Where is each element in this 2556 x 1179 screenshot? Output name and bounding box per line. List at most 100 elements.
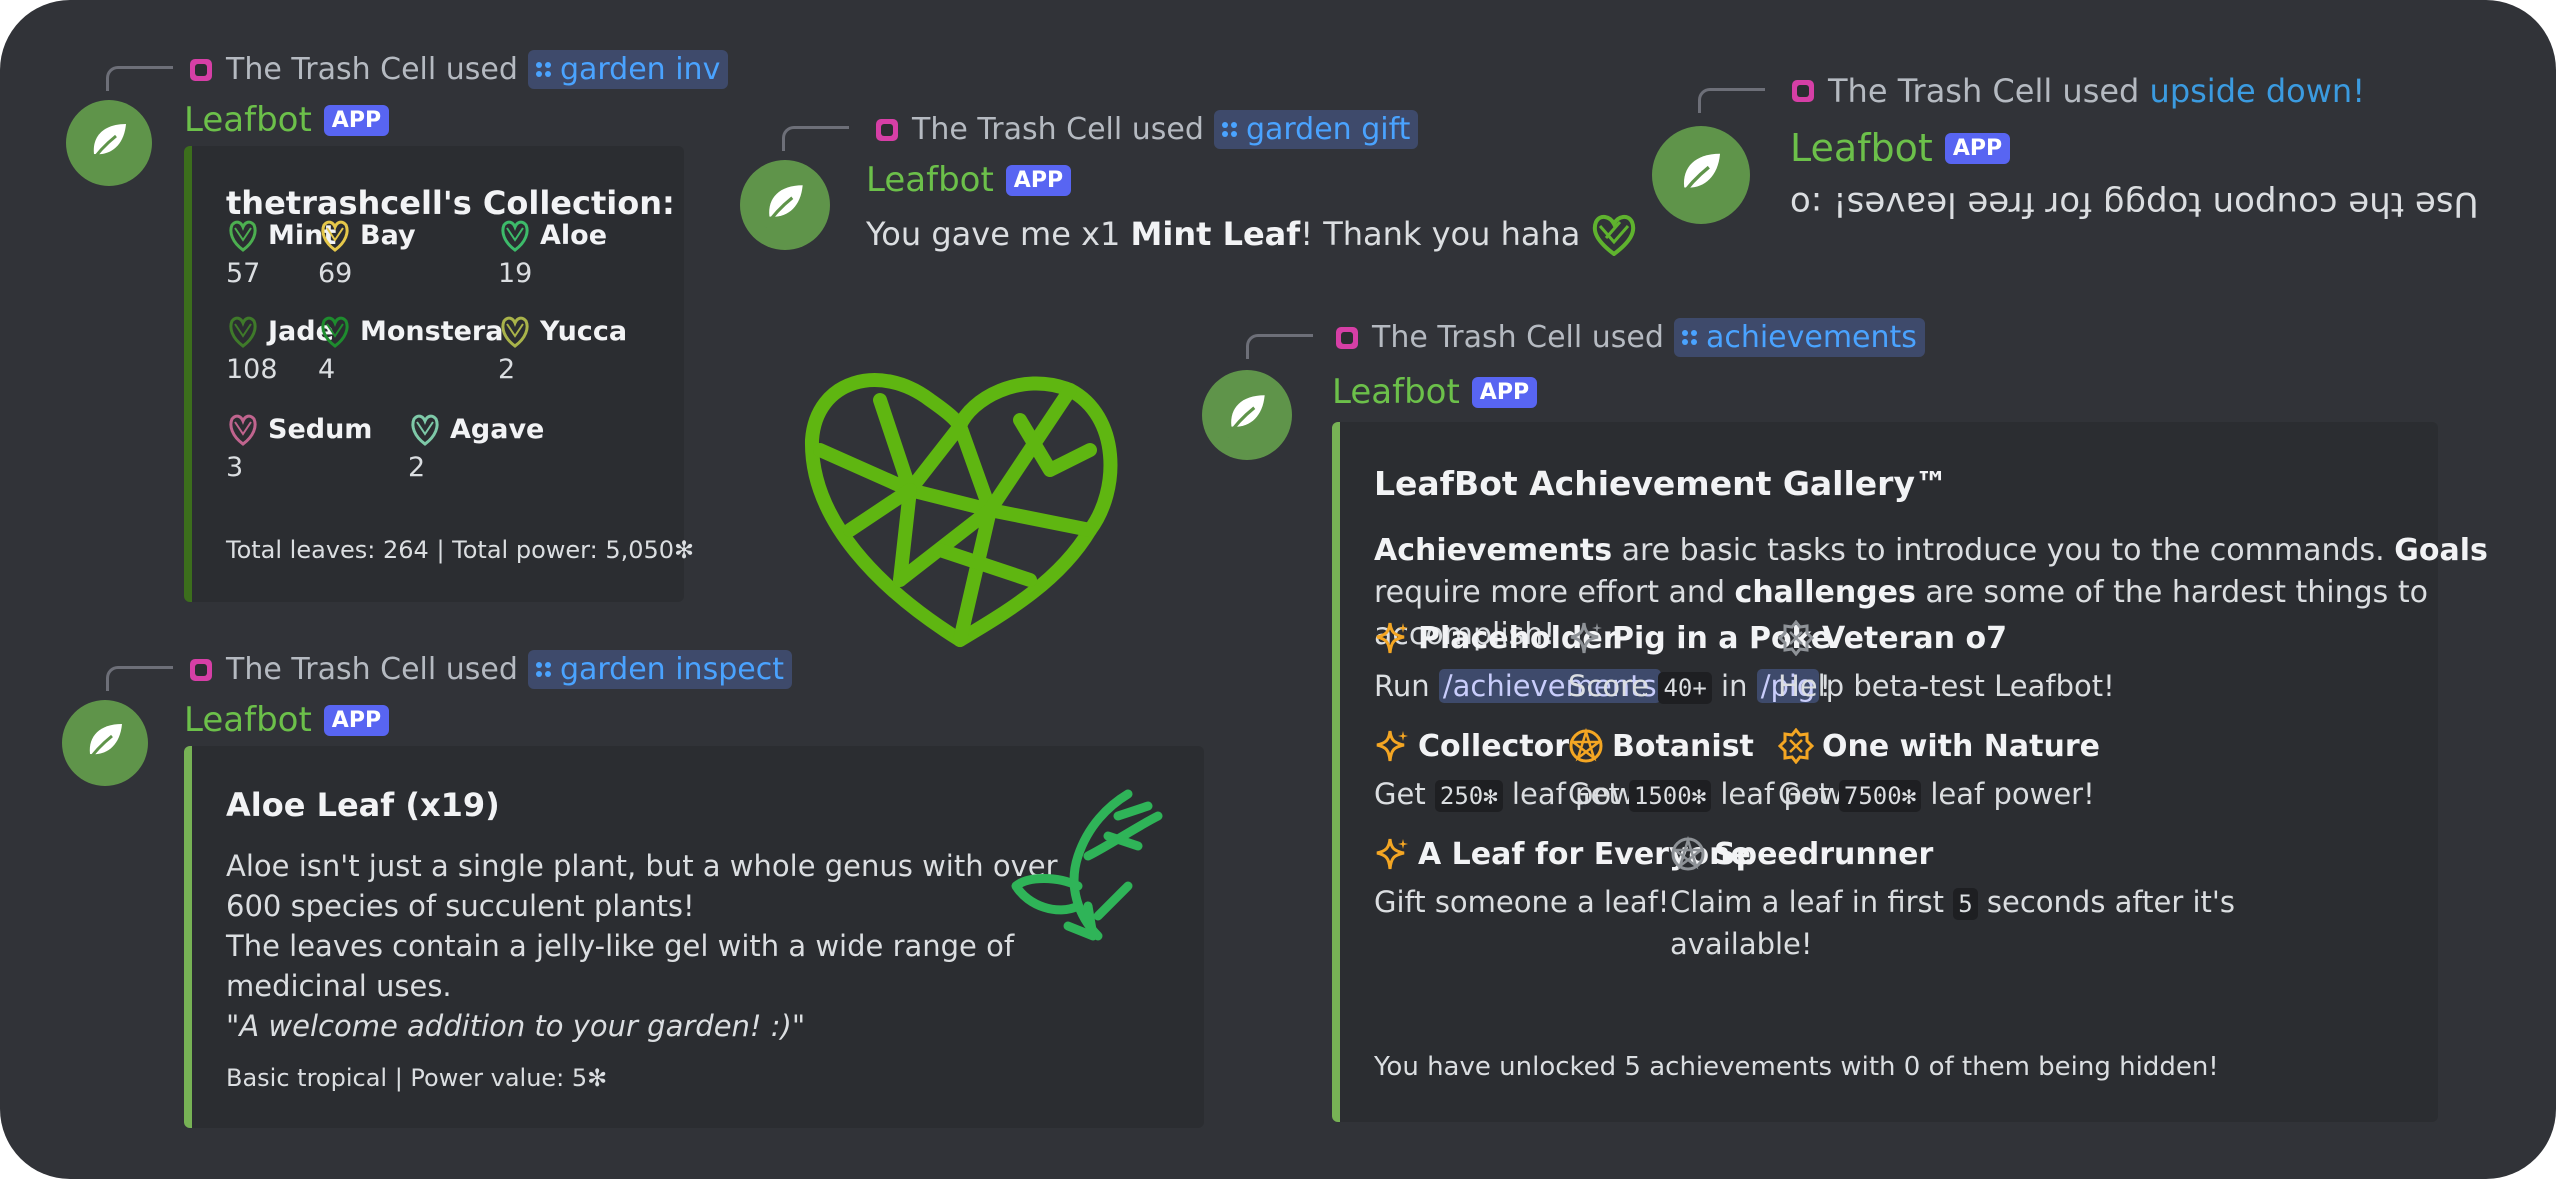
description-text: seconds after it's — [1977, 885, 2235, 919]
leaf-icon — [1678, 153, 1721, 200]
user-name[interactable]: The Trash Cell — [1828, 72, 2052, 110]
slash-command-achievements[interactable]: achievements — [1673, 318, 1925, 357]
reply-connector — [1698, 88, 1765, 113]
achievements-embed: LeafBot Achievement Gallery™ Achievement… — [1332, 422, 2488, 1122]
aloe-leaf-thumbnail — [1011, 789, 1163, 941]
aloe-leaf-icon — [501, 220, 529, 252]
command-usage-line: The Trash Cell used garden gift — [876, 110, 1419, 149]
upside-command-link[interactable]: upside down! — [2150, 72, 2366, 110]
app-badge: APP — [323, 104, 390, 136]
plant-monstera: Monstera — [318, 314, 503, 348]
user-name[interactable]: The Trash Cell — [226, 652, 436, 687]
sparkle-gold-icon — [1376, 622, 1408, 654]
bot-name[interactable]: Leafbot — [866, 160, 994, 200]
plant-count: 2 — [498, 354, 516, 385]
reply-connector — [106, 666, 173, 691]
command-icon — [535, 661, 552, 678]
achievement-collector: Collector — [1374, 728, 1569, 764]
user-app-icon — [190, 58, 212, 81]
description-text: are some of the hardest things to — [1915, 575, 2428, 610]
sparkle-gold-icon — [1376, 838, 1408, 870]
plant-agave: Agave — [408, 412, 544, 446]
slash-command-garden-inv[interactable]: garden inv — [527, 50, 729, 89]
embed-title: Aloe Leaf (x19) — [226, 786, 500, 824]
bot-name[interactable]: Leafbot — [184, 700, 312, 740]
agave-leaf-icon — [411, 414, 439, 446]
sparkle-gold-icon — [1376, 730, 1408, 762]
bot-name-row: Leafbot APP — [866, 160, 1072, 200]
plant-count: 3 — [226, 452, 244, 483]
sparkle-gray-icon — [1570, 622, 1602, 654]
user-name[interactable]: The Trash Cell — [912, 112, 1122, 147]
command-usage-line: The Trash Cell used garden inv — [190, 50, 729, 89]
upside-down-message: Use the coupon topgg for free leaves! :o — [1790, 184, 2478, 224]
used-text: used — [2062, 72, 2140, 110]
plant-count: 19 — [498, 258, 533, 289]
leaf-icon — [88, 124, 126, 165]
upside-down-text: Use the coupon topgg for free leaves! :o — [1790, 184, 2479, 224]
description-text: Run — [1374, 669, 1439, 703]
user-app-icon — [190, 658, 212, 681]
leafbot-avatar[interactable] — [62, 700, 148, 786]
jade-leaf-icon — [229, 316, 257, 348]
plant-name: Bay — [360, 219, 416, 251]
leafbot-avatar[interactable] — [1202, 370, 1292, 460]
achievement-title: Veteran o7 — [1822, 620, 2007, 656]
achievement-description: Help beta-test Leafbot! — [1778, 666, 2115, 706]
description-text: Score — [1568, 669, 1659, 703]
inline-code: 7500✻ — [1838, 780, 1922, 812]
description-text: available! — [1670, 927, 1813, 961]
plant-name: Agave — [450, 413, 545, 445]
pentagram-gold-icon — [1569, 728, 1603, 763]
bold-term: Achievements — [1374, 533, 1613, 568]
slash-command-garden-gift[interactable]: garden gift — [1213, 110, 1419, 149]
used-text: used — [445, 652, 518, 687]
bot-name[interactable]: Leafbot — [1790, 126, 1933, 170]
gift-message: You gave me x1 Mint Leaf! Thank you haha — [866, 212, 1638, 256]
bot-name-row: Leafbot APP — [1332, 372, 1538, 412]
inline-code: 1500✻ — [1628, 780, 1712, 812]
achievement-speedrunner: Speedrunner — [1670, 836, 1933, 872]
plant-count: 69 — [318, 258, 353, 289]
user-name[interactable]: The Trash Cell — [1372, 320, 1582, 355]
achievement-botanist: Botanist — [1568, 728, 1754, 764]
inspect-embed: Aloe Leaf (x19) Aloe isn't just a single… — [184, 746, 1204, 1128]
embed-title: LeafBot Achievement Gallery™ — [1374, 464, 1948, 503]
embed-description: Aloe isn't just a single plant, but a wh… — [226, 846, 1058, 1046]
reply-connector — [782, 126, 849, 151]
description-text: leaf power! — [1921, 777, 2095, 811]
leafbot-avatar[interactable] — [1652, 126, 1750, 224]
leafbot-avatar[interactable] — [740, 160, 830, 250]
achievement-veteran-o7: Veteran o7 — [1778, 620, 2007, 656]
sedum-leaf-icon — [229, 414, 257, 446]
plant-name: Yucca — [540, 315, 628, 347]
user-name[interactable]: The Trash Cell — [226, 52, 436, 87]
description-text: Help beta-test Leafbot! — [1778, 669, 2115, 703]
app-badge: APP — [1005, 164, 1072, 196]
user-app-icon — [1792, 80, 1814, 102]
command-usage-line: The Trash Cell used upside down! — [1792, 72, 2365, 110]
yucca-leaf-icon — [501, 316, 529, 348]
command-icon — [535, 61, 552, 78]
achievement-title: Collector — [1418, 728, 1570, 764]
slash-command-garden-inspect[interactable]: garden inspect — [527, 650, 792, 689]
bot-name[interactable]: Leafbot — [1332, 372, 1460, 412]
bot-name-row: Leafbot APP — [184, 100, 390, 140]
bot-name-row: Leafbot APP — [184, 700, 390, 740]
bot-name[interactable]: Leafbot — [184, 100, 312, 140]
inline-code: 5 — [1953, 888, 1978, 920]
command-usage-line: The Trash Cell used achievements — [1336, 318, 1925, 357]
mint-leaf-icon — [1593, 215, 1636, 256]
plant-aloe: Aloe — [498, 218, 607, 252]
screenshot-canvas: The Trash Cell used garden inv Leafbot A… — [0, 0, 2556, 1179]
leafbot-avatar[interactable] — [66, 100, 152, 186]
description-line: 600 species of succulent plants! — [226, 889, 695, 923]
achievement-description: Claim a leaf in first 5 seconds after it… — [1670, 882, 2235, 964]
bot-name-row: Leafbot APP — [1790, 126, 2011, 170]
description-quote: "A welcome addition to your garden! :)" — [226, 1009, 806, 1043]
embed-title: thetrashcell's Collection: — [226, 184, 675, 222]
inventory-embed: thetrashcell's Collection: Mint 57 Bay 69 Al… — [184, 146, 694, 602]
used-text: used — [1131, 112, 1204, 147]
gift-item-name: Mint Leaf — [1130, 215, 1301, 253]
used-text: used — [1591, 320, 1664, 355]
